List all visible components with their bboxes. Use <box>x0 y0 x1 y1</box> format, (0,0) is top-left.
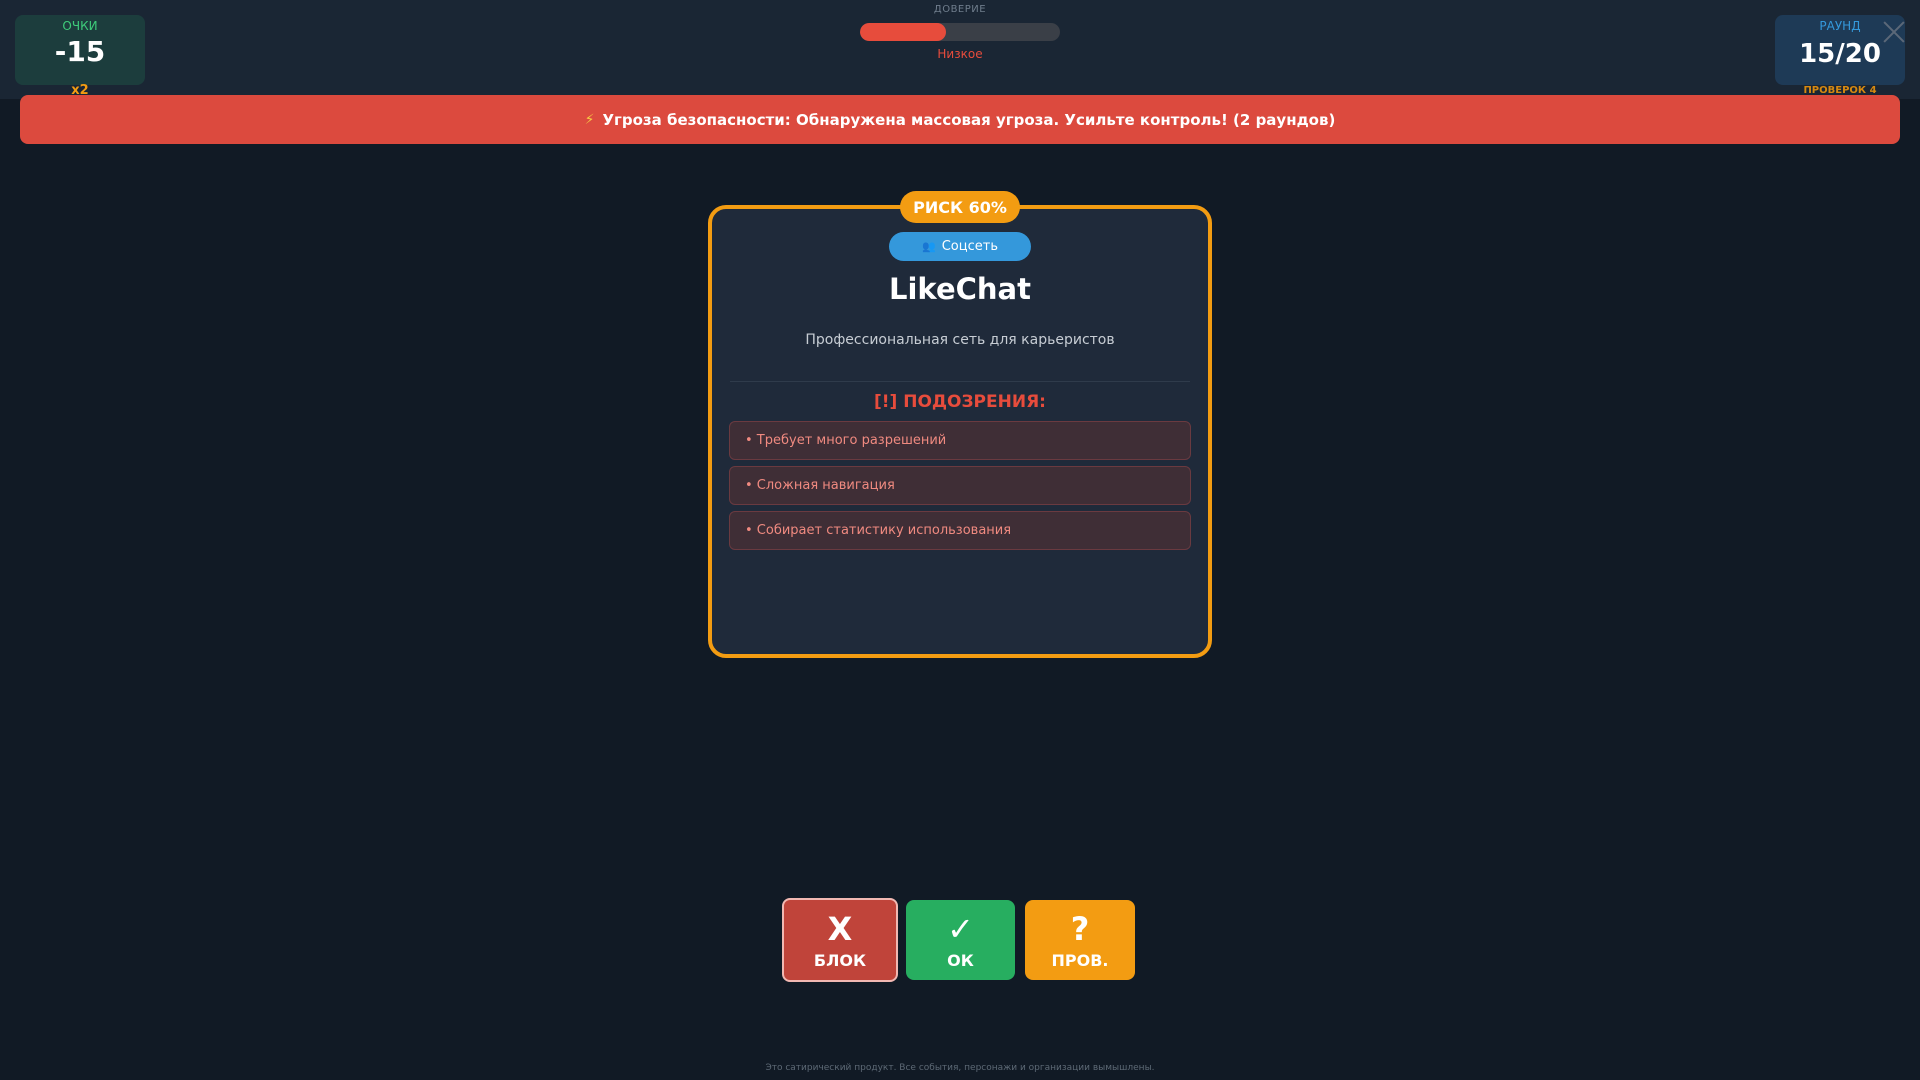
disclaimer-footer: Это сатирический продукт. Все события, п… <box>765 1063 1155 1073</box>
trust-level: Низкое <box>937 47 983 61</box>
check-button-label: ПРОВ. <box>1051 950 1109 970</box>
suspicion-item: • Требует много разрешений <box>729 421 1191 460</box>
ok-button-label: ОК <box>947 950 974 970</box>
block-button-label: БЛОК <box>813 950 867 970</box>
threat-alert-banner: ⚡ Угроза безопасности: Обнаружена массов… <box>20 95 1900 144</box>
score-panel: ОЧКИ -15 x2 <box>15 15 145 98</box>
app-description: Профессиональная сеть для карьеристов <box>805 332 1115 348</box>
question-icon: ? <box>1070 909 1090 948</box>
ok-button[interactable]: ✓ ОК <box>906 900 1015 980</box>
lightning-icon: ⚡ <box>584 111 595 128</box>
trust-bar-fill <box>860 23 946 41</box>
people-icon: 👥 <box>922 240 936 253</box>
suspicions-title: [!] ПОДОЗРЕНИЯ: <box>874 392 1046 412</box>
checkmark-icon: ✓ <box>947 909 974 948</box>
category-label: Соцсеть <box>941 239 998 254</box>
check-button[interactable]: ? ПРОВ. <box>1025 900 1135 980</box>
x-icon: X <box>827 909 853 948</box>
alert-text: Угроза безопасности: Обнаружена массовая… <box>602 110 1336 129</box>
trust-label: ДОВЕРИЕ <box>933 4 987 15</box>
risk-badge: РИСК 60% <box>900 191 1020 223</box>
close-icon[interactable] <box>1880 18 1908 46</box>
suspicion-item: • Собирает статистику использования <box>729 511 1191 550</box>
score-value: -15 <box>54 35 106 68</box>
trust-meter: ДОВЕРИЕ Низкое <box>860 4 1060 61</box>
app-name: LikeChat <box>889 272 1031 306</box>
trust-bar-track <box>860 23 1060 41</box>
block-button[interactable]: X БЛОК <box>782 898 898 982</box>
suspicion-item: • Сложная навигация <box>729 466 1191 505</box>
score-label: ОЧКИ <box>62 19 98 33</box>
card-divider <box>730 381 1190 382</box>
category-badge: 👥 Соцсеть <box>889 232 1031 261</box>
